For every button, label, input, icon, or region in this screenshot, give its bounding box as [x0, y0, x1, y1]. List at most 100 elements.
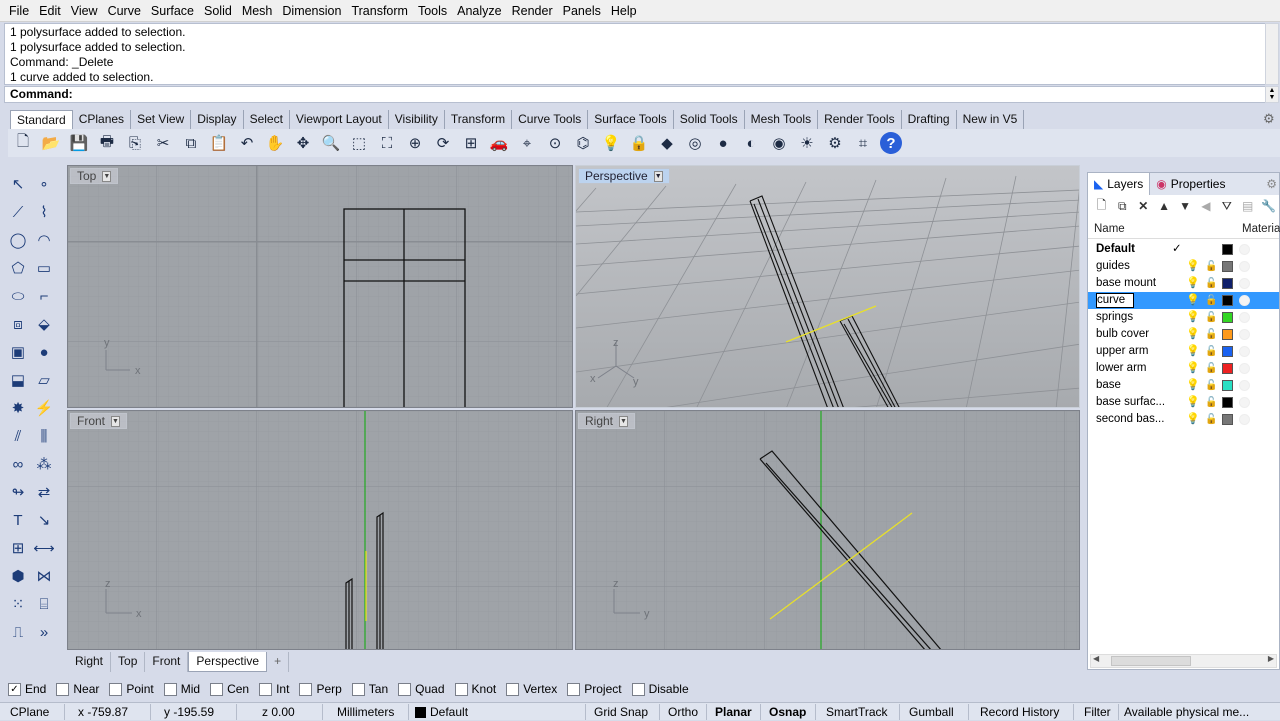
dropdown-arrow-icon[interactable]: ▼ [653, 170, 663, 182]
tab-select[interactable]: Select [244, 110, 290, 129]
scale-icon[interactable]: ↘ [32, 508, 56, 532]
status-grid-snap[interactable]: Grid Snap [594, 703, 648, 721]
checkbox[interactable] [506, 682, 520, 696]
tab-curve-tools[interactable]: Curve Tools [512, 110, 589, 129]
tab-set-view[interactable]: Set View [131, 110, 192, 129]
visibility-bulb-icon[interactable]: 💡 [1186, 275, 1200, 292]
status-cplane[interactable]: CPlane [10, 703, 49, 721]
menu-view[interactable]: View [66, 0, 103, 22]
checkbox[interactable] [398, 682, 412, 696]
column-name[interactable]: Name [1094, 223, 1125, 235]
osnap-disable[interactable]: Disable [631, 682, 689, 696]
layer-name[interactable]: second bas... [1096, 411, 1181, 428]
checkbox[interactable] [163, 682, 177, 696]
menu-edit[interactable]: Edit [34, 0, 66, 22]
osnap-knot[interactable]: Knot [454, 682, 496, 696]
osnap-int[interactable]: Int [259, 682, 289, 696]
visibility-bulb-icon[interactable]: 💡 [1186, 411, 1200, 428]
layer-row[interactable]: upper arm 💡 🔓 [1088, 343, 1279, 360]
new-file-icon[interactable]: 🗋 [12, 132, 34, 154]
tab-layers[interactable]: ◣ Layers [1088, 173, 1151, 195]
checkbox[interactable] [259, 682, 273, 696]
boolean-icon[interactable]: ⚡ [32, 396, 56, 420]
point-icon[interactable]: ∘ [32, 172, 56, 196]
checkbox[interactable]: ✓ [8, 682, 21, 696]
layer-color-swatch[interactable] [1222, 363, 1233, 374]
tab-solid-tools[interactable]: Solid Tools [674, 110, 745, 129]
layer-row[interactable]: base surfac... 💡 🔓 [1088, 394, 1279, 411]
menu-surface[interactable]: Surface [146, 0, 199, 22]
tab-transform[interactable]: Transform [445, 110, 513, 129]
options-icon[interactable]: ⚙ [824, 132, 846, 154]
layer-color-swatch[interactable] [1222, 414, 1233, 425]
viewport-tab-top[interactable]: Top [111, 652, 146, 672]
layer-row[interactable]: bulb cover 💡 🔓 [1088, 326, 1279, 343]
group-icon[interactable]: ⁂ [32, 452, 56, 476]
tab-standard[interactable]: Standard [10, 110, 73, 129]
command-spinner[interactable]: ▲ ▼ [1265, 86, 1279, 103]
more-tools-icon[interactable]: » [32, 620, 56, 644]
column-material[interactable]: Material [1242, 223, 1280, 235]
checkbox[interactable] [109, 682, 123, 696]
ellipse-icon[interactable]: ⬭ [6, 284, 30, 308]
layer-name[interactable]: base surfac... [1096, 394, 1181, 411]
status-gumball[interactable]: Gumball [909, 703, 954, 721]
fillet-icon[interactable]: ⌐ [32, 284, 56, 308]
visibility-bulb-icon[interactable]: 💡 [1186, 258, 1200, 275]
loft-icon[interactable]: ⬙ [32, 312, 56, 336]
curve-icon[interactable]: ⌇ [32, 200, 56, 224]
layer-name[interactable]: base [1096, 377, 1181, 394]
unlock-icon[interactable]: 🔓 [1205, 343, 1217, 360]
menu-help[interactable]: Help [606, 0, 642, 22]
layer-color-icon[interactable]: ◆ [656, 132, 678, 154]
render-icon[interactable]: ◉ [768, 132, 790, 154]
viewport-right[interactable]: z y Right ▼ [575, 410, 1080, 650]
extrude-icon[interactable]: ⬓ [6, 368, 30, 392]
zoom-icon[interactable]: 🔍 [320, 132, 342, 154]
menu-dimension[interactable]: Dimension [277, 0, 346, 22]
text-icon[interactable]: T [6, 508, 30, 532]
command-line[interactable]: Command: [4, 86, 1266, 103]
viewport-label-front[interactable]: Front ▼ [70, 413, 128, 429]
copy-icon[interactable]: ⧉ [180, 132, 202, 154]
tab-new-in-v5[interactable]: New in V5 [957, 110, 1025, 129]
osnap-project[interactable]: Project [567, 682, 622, 696]
add-viewport-tab-button[interactable]: + [267, 652, 290, 672]
analyze-icon[interactable]: ⎍ [6, 620, 30, 644]
light-icon[interactable]: 💡 [600, 132, 622, 154]
layer-name[interactable]: base mount [1096, 275, 1181, 292]
visibility-bulb-icon[interactable]: 💡 [1186, 326, 1200, 343]
save-icon[interactable]: 💾 [68, 132, 90, 154]
cut-icon[interactable]: ✂ [152, 132, 174, 154]
checkbox[interactable] [631, 682, 645, 696]
layer-color-swatch[interactable] [1222, 329, 1233, 340]
layer-color-swatch[interactable] [1222, 397, 1233, 408]
menu-curve[interactable]: Curve [103, 0, 146, 22]
dropdown-arrow-icon[interactable]: ▼ [102, 170, 112, 182]
filter-icon[interactable]: ⛛ [1216, 199, 1237, 214]
move-up-icon[interactable]: ▲ [1154, 199, 1175, 213]
layer-row[interactable]: base mount 💡 🔓 [1088, 275, 1279, 292]
four-viewports-icon[interactable]: ⊞ [460, 132, 482, 154]
unlock-icon[interactable]: 🔓 [1205, 360, 1217, 377]
patch-icon[interactable]: ▱ [32, 368, 56, 392]
layer-material-swatch[interactable] [1239, 397, 1250, 408]
gear-icon[interactable]: ⚙ [1263, 111, 1275, 127]
solid-edit-icon[interactable]: ⬢ [6, 564, 30, 588]
layer-color-swatch[interactable] [1222, 380, 1233, 391]
zoom-extents-icon[interactable]: ⛶ [376, 132, 398, 154]
lock-icon[interactable]: 🔒 [628, 132, 650, 154]
history-scrollbar[interactable] [1265, 23, 1279, 85]
visibility-bulb-icon[interactable]: 💡 [1186, 360, 1200, 377]
panel-gear-icon[interactable]: ⚙ [1266, 177, 1277, 191]
rotate-icon[interactable]: ⟳ [432, 132, 454, 154]
polygon-icon[interactable]: ⬠ [6, 256, 30, 280]
layer-material-swatch[interactable] [1239, 295, 1250, 306]
status-layer[interactable]: Default [430, 703, 468, 721]
checkbox[interactable] [299, 682, 313, 696]
tools-icon[interactable]: 🔧 [1258, 199, 1279, 213]
delete-layer-icon[interactable]: ✕ [1133, 199, 1154, 213]
status-osnap[interactable]: Osnap [769, 703, 806, 721]
layer-material-swatch[interactable] [1239, 244, 1250, 255]
join-icon[interactable]: ∞ [6, 452, 30, 476]
